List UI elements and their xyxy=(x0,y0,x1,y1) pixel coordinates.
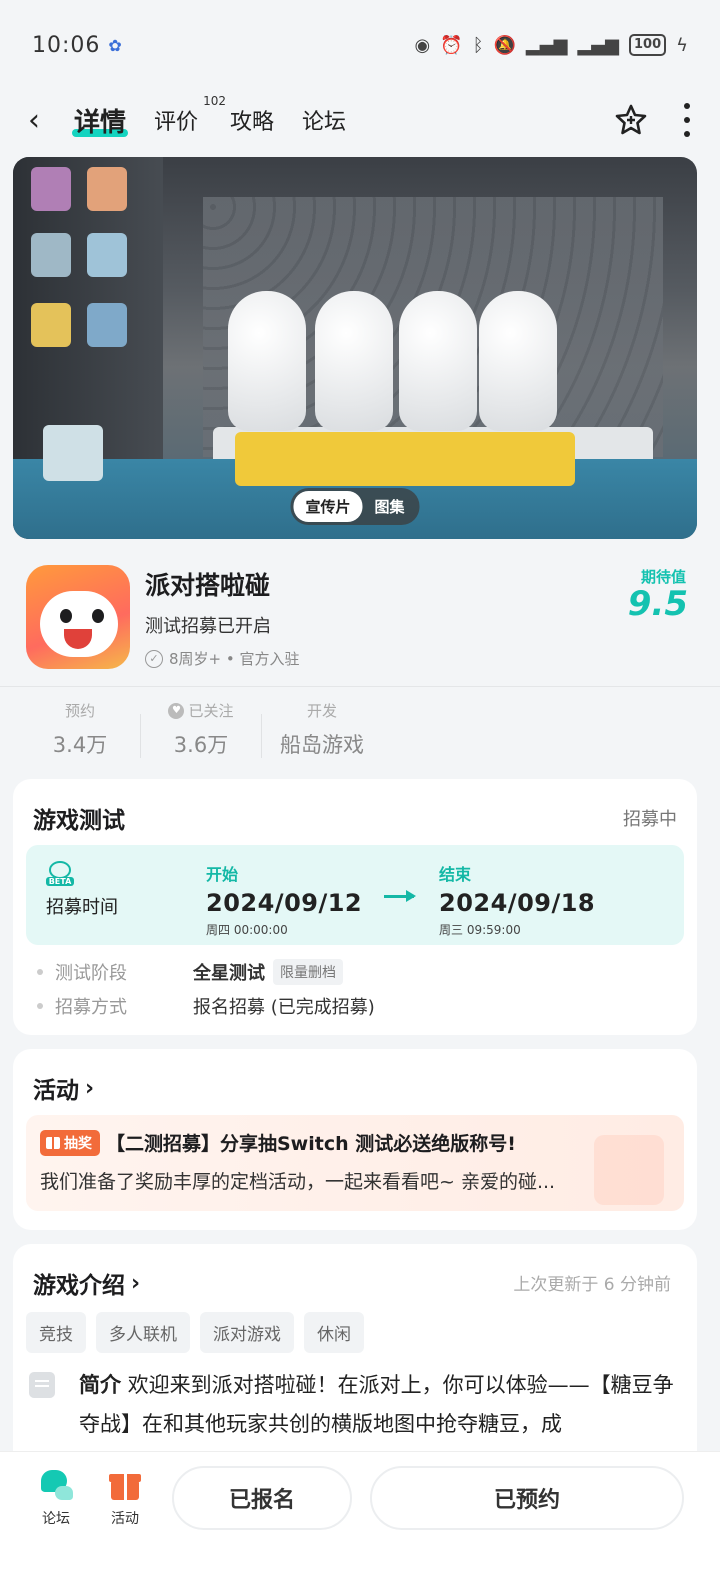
limit-tag: 限量删档 xyxy=(273,959,343,985)
lottery-badge: 抽奖 xyxy=(40,1129,100,1156)
beta-clock-icon: BETA xyxy=(46,861,74,889)
activity-header[interactable]: 活动 › xyxy=(33,1071,94,1105)
app-name: 派对搭啦碰 xyxy=(145,571,271,600)
start-date-block: 开始 2024/09/12 周四 00:00:00 xyxy=(206,865,363,937)
arrow-right-icon xyxy=(384,890,416,902)
status-bar: 10:06 ✿ ◉ ⏰ ᛒ 🔕 ▂▄▆ ▂▄▆ 100 ϟ xyxy=(0,0,720,90)
banner-figure xyxy=(399,291,477,431)
video-tab[interactable]: 宣传片 xyxy=(293,491,363,522)
media-toggle: 宣传片 图集 xyxy=(290,488,420,525)
intro-text: 简介 欢迎来到派对搭啦碰！在派对上，你可以体验——【糖豆争夺战】在和其他玩家共创… xyxy=(79,1373,674,1436)
rating-value: 9.5 xyxy=(627,584,688,624)
tag[interactable]: 多人联机 xyxy=(96,1312,190,1353)
chevron-right-icon: › xyxy=(85,1075,95,1101)
back-icon[interactable]: ‹ xyxy=(28,103,68,138)
verified-check-icon: ✓ xyxy=(145,649,163,668)
last-updated: 上次更新于 6 分钟前 xyxy=(513,1275,671,1295)
game-test-card: 游戏测试 招募中 BETA 招募时间 开始 2024/09/12 周四 00:0… xyxy=(13,779,697,1035)
stat-developer[interactable]: 开发 船岛游戏 xyxy=(262,700,382,759)
stat-followers[interactable]: ♥ 已关注 3.6万 xyxy=(141,700,261,759)
stats-row: 预约 3.4万 ♥ 已关注 3.6万 开发 船岛游戏 xyxy=(20,700,382,759)
banner-figure xyxy=(228,291,306,431)
tab-forum[interactable]: 论坛 xyxy=(302,104,346,136)
test-schedule-box: BETA 招募时间 开始 2024/09/12 周四 00:00:00 结束 2… xyxy=(26,845,684,945)
recruit-method-row: 招募方式 报名招募 (已完成招募) xyxy=(37,993,375,1019)
chevron-right-icon: › xyxy=(131,1270,141,1296)
media-banner[interactable]: 宣传片 图集 xyxy=(13,157,697,539)
stat-reservations: 预约 3.4万 xyxy=(52,702,108,757)
tab-details[interactable]: 详情 xyxy=(71,102,129,139)
tag[interactable]: 休闲 xyxy=(304,1312,364,1353)
battery-icon: 100 xyxy=(628,34,667,56)
game-test-title: 游戏测试 xyxy=(33,808,125,834)
tab-reviews-label: 评价 xyxy=(154,110,199,135)
reviews-count-badge: 102 xyxy=(203,94,227,108)
activity-item[interactable]: 抽奖 【二测招募】分享抽Switch 测试必送绝版称号! 我们准备了奖励丰厚的定… xyxy=(26,1115,684,1211)
favorite-star-icon[interactable] xyxy=(614,103,648,137)
heart-icon: ♥ xyxy=(168,702,185,719)
charging-icon: ϟ xyxy=(676,34,688,56)
document-icon xyxy=(29,1372,55,1398)
divider xyxy=(0,686,720,687)
gift-icon xyxy=(108,1468,142,1502)
paw-icon: ✿ xyxy=(108,35,122,55)
alarm-icon: ⏰ xyxy=(440,34,463,56)
bluetooth-icon: ᛒ xyxy=(472,34,484,56)
eye-icon: ◉ xyxy=(414,34,431,56)
activity-button[interactable]: 活动 xyxy=(95,1468,155,1528)
activity-headline: 【二测招募】分享抽Switch 测试必送绝版称号! xyxy=(106,1133,516,1155)
activity-card: 活动 › 抽奖 【二测招募】分享抽Switch 测试必送绝版称号! 我们准备了奖励… xyxy=(13,1049,697,1230)
test-stage-row: 测试阶段 全星测试 限量删档 xyxy=(37,959,343,985)
app-meta-text: 8周岁+ • 官方入驻 xyxy=(169,650,300,668)
signed-up-button[interactable]: 已报名 xyxy=(172,1466,352,1530)
tag[interactable]: 派对游戏 xyxy=(200,1312,294,1353)
top-nav: ‹ 详情 评价 102 攻略 论坛 xyxy=(0,90,720,150)
end-date-block: 结束 2024/09/18 周三 09:59:00 xyxy=(439,865,596,937)
mute-icon: 🔕 xyxy=(493,34,516,56)
banner-tray xyxy=(235,432,575,486)
forum-button[interactable]: 论坛 xyxy=(26,1468,86,1528)
activity-desc: 我们准备了奖励丰厚的定档活动，一起来看看吧~ 亲爱的碰... xyxy=(40,1171,556,1193)
test-status: 招募中 xyxy=(623,809,677,830)
gallery-tab[interactable]: 图集 xyxy=(363,491,417,522)
app-icon xyxy=(26,565,130,669)
tab-guides[interactable]: 攻略 xyxy=(230,104,274,136)
status-time: 10:06 xyxy=(32,32,101,58)
signal-icon: ▂▄▆ xyxy=(525,34,568,56)
app-meta: ✓ 8周岁+ • 官方入驻 xyxy=(145,648,300,669)
chat-bubble-icon xyxy=(39,1468,73,1502)
tab-reviews[interactable]: 评价 102 xyxy=(154,94,226,136)
banner-figure xyxy=(315,291,393,431)
gift-icon xyxy=(46,1136,60,1149)
tag[interactable]: 竞技 xyxy=(26,1312,86,1353)
genre-tags: 竞技 多人联机 派对游戏 休闲 xyxy=(26,1312,364,1353)
more-icon[interactable] xyxy=(684,103,692,137)
reserved-button[interactable]: 已预约 xyxy=(370,1466,684,1530)
app-subtitle: 测试招募已开启 xyxy=(145,616,271,637)
banner-figure xyxy=(479,291,557,431)
signal-2-icon: ▂▄▆ xyxy=(577,34,619,56)
recruit-time-label: 招募时间 xyxy=(46,897,118,918)
status-icons: ◉ ⏰ ᛒ 🔕 ▂▄▆ ▂▄▆ 100 ϟ xyxy=(415,34,688,56)
bottom-bar: 论坛 活动 已报名 已预约 xyxy=(0,1451,720,1591)
intro-header[interactable]: 游戏介绍 › xyxy=(33,1266,140,1300)
